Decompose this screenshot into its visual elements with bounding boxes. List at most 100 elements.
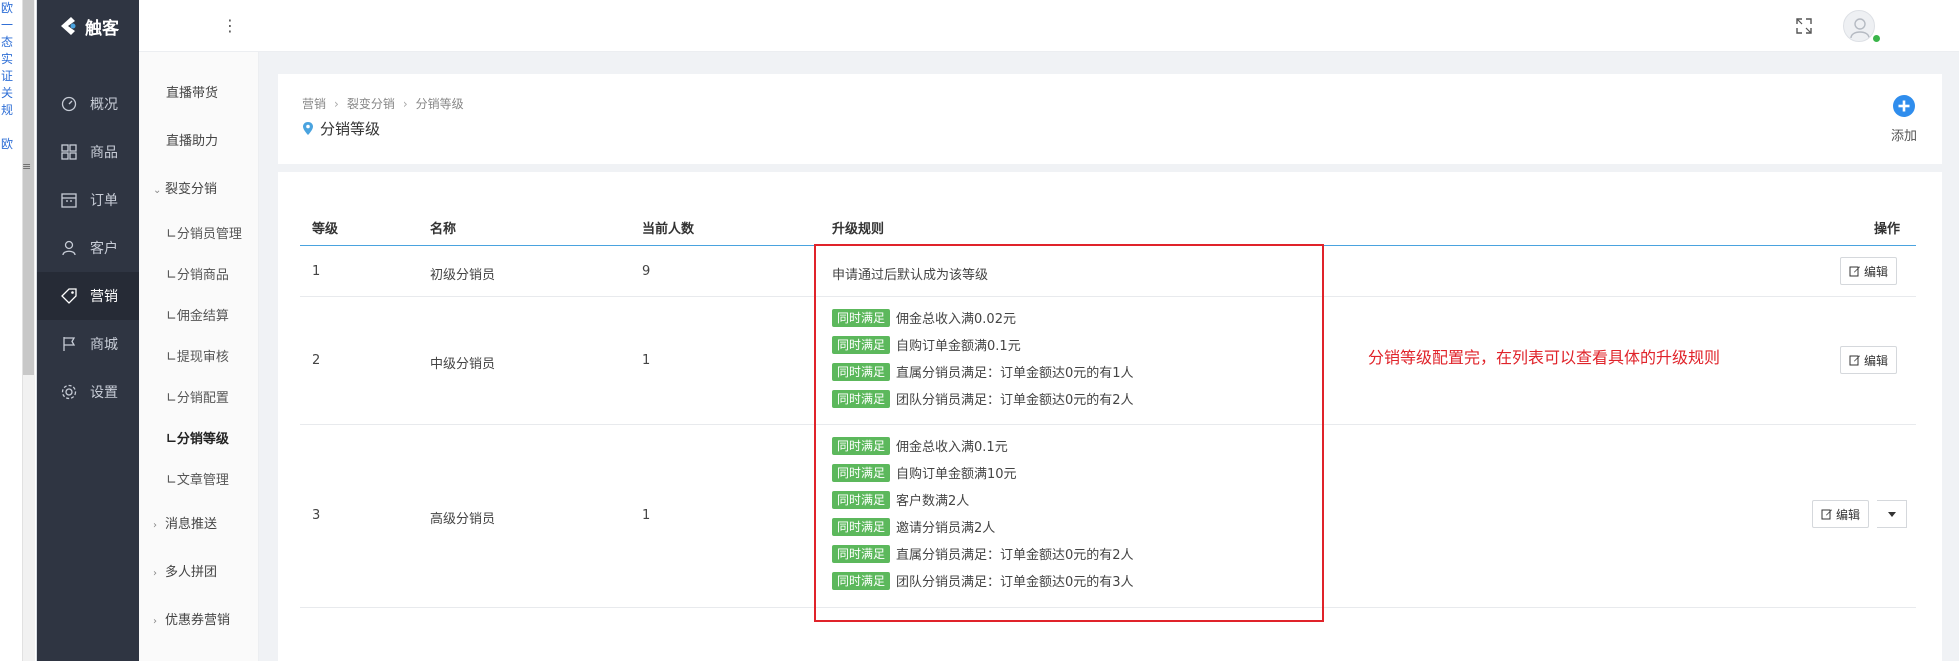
subnav-group-label: 多人拼团 xyxy=(165,565,218,580)
nav-item-overview[interactable]: 概况 xyxy=(37,80,139,128)
caret-down-icon xyxy=(1887,511,1896,517)
cell-level: 2 xyxy=(312,353,321,368)
subnav-group-label: 优惠券营销 xyxy=(165,613,231,628)
user-avatar-icon xyxy=(1850,18,1870,39)
page-header: 营销 › 裂变分销 › 分销等级 分销等级 添加 xyxy=(278,74,1942,164)
user-icon xyxy=(62,240,76,256)
calendar-icon xyxy=(61,193,77,208)
cell-count: 9 xyxy=(642,264,651,279)
subnav-child-commission[interactable]: ∟佣金结算 xyxy=(139,296,258,337)
edit-button[interactable]: 编辑 xyxy=(1840,346,1898,374)
subnav-group-label: 裂变分销 xyxy=(165,182,218,197)
edge-char: 实 xyxy=(0,52,13,66)
breadcrumb-item: 分销等级 xyxy=(415,97,464,111)
flag-icon xyxy=(63,337,76,351)
gear-icon xyxy=(61,384,77,400)
brand-logo[interactable]: 触客 xyxy=(37,0,139,52)
nav-label: 客户 xyxy=(90,241,118,257)
avatar[interactable] xyxy=(1843,10,1875,42)
cell-level: 1 xyxy=(312,264,321,279)
edit-button[interactable]: 编辑 xyxy=(1840,257,1898,285)
subnav-group-label: 消息推送 xyxy=(165,517,218,532)
edit-label: 编辑 xyxy=(1864,353,1889,368)
cell-name: 高级分销员 xyxy=(430,512,496,527)
chevron-right-icon: › xyxy=(153,568,157,579)
brand-name: 触客 xyxy=(85,18,119,39)
edge-char: 欧 xyxy=(0,137,13,151)
nav-item-settings[interactable]: 设置 xyxy=(37,368,139,416)
online-status-dot xyxy=(1873,35,1880,42)
cell-level: 3 xyxy=(312,508,321,523)
breadcrumb-item[interactable]: 营销 xyxy=(302,97,326,111)
annotation-text: 分销等级配置完，在列表可以查看具体的升级规则 xyxy=(1368,348,1721,367)
breadcrumb-item[interactable]: 裂变分销 xyxy=(347,97,395,111)
nav-label: 概况 xyxy=(90,97,118,113)
subnav-item-live-selling[interactable]: 直播带货 xyxy=(139,70,258,118)
nav-label: 订单 xyxy=(90,193,118,209)
column-header-name: 名称 xyxy=(430,222,457,237)
subnav-child-article-manage[interactable]: ∟文章管理 xyxy=(139,460,258,501)
chevron-right-icon: › xyxy=(153,520,157,531)
nav-item-mall[interactable]: 商城 xyxy=(37,320,139,368)
edge-char: 欧 xyxy=(0,1,13,15)
breadcrumb: 营销 › 裂变分销 › 分销等级 xyxy=(302,95,464,112)
edit-icon xyxy=(1849,266,1860,277)
edge-strip: 欧 一 态 实 证 关 规 欧 ≡ xyxy=(0,0,37,661)
column-header-rules: 升级规则 xyxy=(832,222,885,237)
tag-icon xyxy=(61,288,77,304)
column-header-actions: 操作 xyxy=(1874,222,1901,237)
edit-label: 编辑 xyxy=(1836,507,1861,522)
edge-char: 态 xyxy=(0,35,13,49)
edge-char: 证 xyxy=(0,69,13,83)
fullscreen-icon[interactable] xyxy=(1794,16,1814,36)
add-level-button[interactable]: 添加 xyxy=(1882,94,1926,154)
chevron-right-icon: › xyxy=(153,616,157,627)
edit-icon xyxy=(1821,509,1832,520)
nav-label: 营销 xyxy=(90,289,118,305)
nav-item-orders[interactable]: 订单 xyxy=(37,176,139,224)
nav-item-customers[interactable]: 客户 xyxy=(37,224,139,272)
edge-char: 规 xyxy=(0,103,13,117)
nav-item-products[interactable]: 商品 xyxy=(37,128,139,176)
subnav-child-withdraw-review[interactable]: ∟提现审核 xyxy=(139,337,258,378)
subnav-group-push[interactable]: › 消息推送 xyxy=(139,501,258,549)
page-title-text: 分销等级 xyxy=(320,120,381,138)
sub-sidebar: 营销 直播带货 直播助力 ⌄裂变分销 ∟分销员管理 ∟分销商品 ∟佣金结算 ∟提… xyxy=(139,0,259,661)
subnav-child-distributor-manage[interactable]: ∟分销员管理 xyxy=(139,214,258,255)
cell-name: 初级分销员 xyxy=(430,268,496,283)
top-bar: ⋮ xyxy=(139,0,1959,52)
edit-button[interactable]: 编辑 xyxy=(1812,500,1870,528)
subnav-group-coupon[interactable]: › 优惠券营销 xyxy=(139,597,258,645)
plus-circle-icon xyxy=(1893,95,1915,117)
brand-logo-icon xyxy=(61,17,76,35)
page-title: 分销等级 xyxy=(302,118,380,139)
nav-label: 设置 xyxy=(90,385,118,401)
edit-icon xyxy=(1849,355,1860,366)
more-menu-icon[interactable]: ⋮ xyxy=(222,14,238,38)
subnav-child-distribution-level[interactable]: ∟分销等级 xyxy=(139,419,258,460)
more-actions-dropdown[interactable] xyxy=(1877,500,1907,528)
cell-count: 1 xyxy=(642,353,651,368)
edge-char: 一 xyxy=(0,18,13,32)
resize-handle[interactable]: ≡ xyxy=(22,160,31,173)
location-pin-icon xyxy=(303,122,313,135)
chevron-down-icon: ⌄ xyxy=(153,185,162,196)
highlight-box xyxy=(814,244,1324,622)
breadcrumb-separator: › xyxy=(402,97,408,111)
subnav-group-fission[interactable]: ⌄ 裂变分销 xyxy=(139,166,258,214)
subnav-item-live-boost[interactable]: 直播助力 xyxy=(139,118,258,166)
nav-item-marketing[interactable]: 营销 xyxy=(37,272,139,320)
grid-icon xyxy=(61,144,77,160)
nav-label: 商城 xyxy=(90,337,118,353)
edge-gap xyxy=(0,119,14,136)
main-sidebar: 触客 概况 商品 订单 客户 营销 商城 设置 xyxy=(37,0,139,661)
subnav-group-group-buy[interactable]: › 多人拼团 xyxy=(139,549,258,597)
subnav-child-distribution-products[interactable]: ∟分销商品 xyxy=(139,255,258,296)
add-level-label: 添加 xyxy=(1890,129,1917,144)
edge-chars: 欧 一 态 实 证 关 规 欧 xyxy=(0,0,14,153)
scrollbar-thumb[interactable] xyxy=(23,0,34,375)
column-header-count: 当前人数 xyxy=(642,222,695,237)
cell-count: 1 xyxy=(642,508,651,523)
dashboard-icon xyxy=(61,96,77,112)
subnav-child-distribution-config[interactable]: ∟分销配置 xyxy=(139,378,258,419)
